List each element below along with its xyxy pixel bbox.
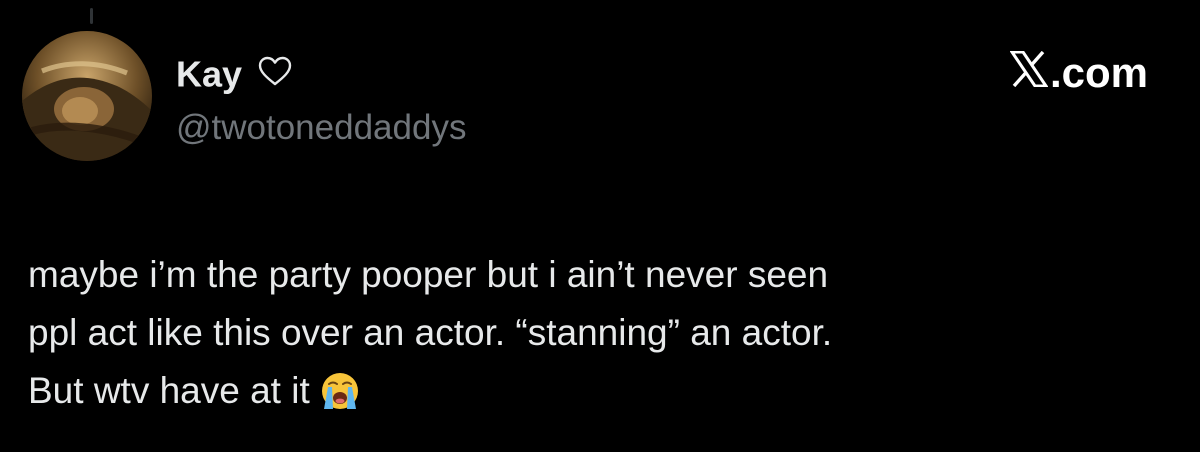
tweet-text-line-3-text: But wtv have at it: [28, 370, 310, 411]
avatar[interactable]: [22, 31, 152, 161]
author-handle[interactable]: @twotoneddaddys: [176, 107, 466, 149]
x-com-brand: .com: [1009, 48, 1148, 98]
tweet-text-line-1: maybe i’m the party pooper but i ain’t n…: [28, 254, 829, 295]
tweet-text-line-3: But wtv have at it: [28, 362, 1168, 428]
tweet-text: maybe i’m the party pooper but i ain’t n…: [28, 246, 1168, 428]
avatar-image: [22, 31, 152, 161]
tweet-card: Kay @twotoneddaddys .com maybe i’m the p…: [0, 0, 1200, 452]
brand-domain-label: .com: [1049, 49, 1148, 96]
author-display-name[interactable]: Kay: [176, 50, 292, 96]
heart-outline-icon: [258, 52, 292, 96]
thread-connector-line: [90, 8, 93, 24]
loudly-crying-face-icon: [320, 370, 360, 428]
tweet-text-line-2: ppl act like this over an actor. “stanni…: [28, 312, 833, 353]
display-name-text: Kay: [176, 53, 243, 95]
x-logo-icon: [1009, 48, 1049, 98]
